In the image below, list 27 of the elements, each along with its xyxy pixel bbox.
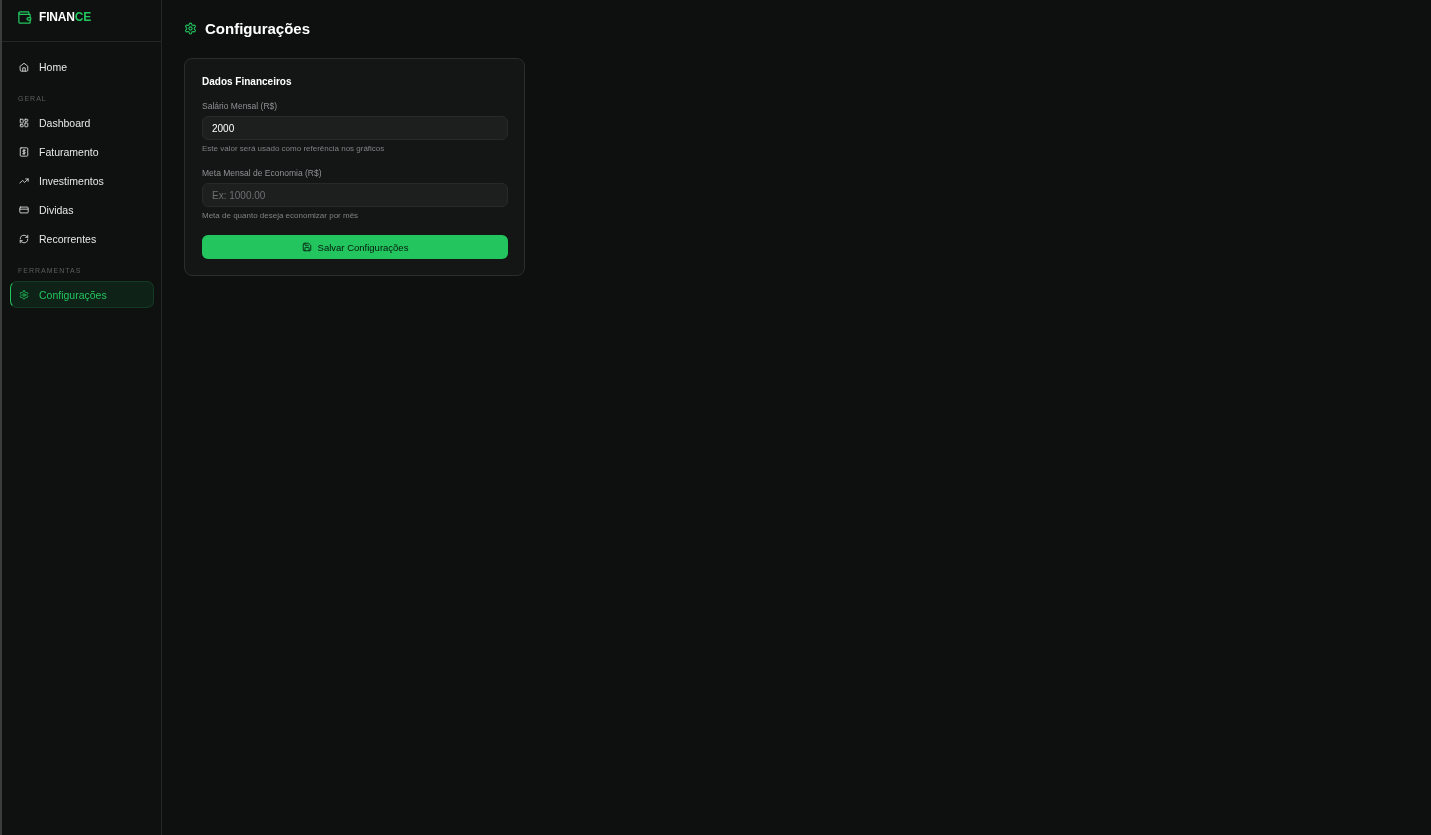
field-hint: Este valor será usado como referência nos gráficos	[202, 144, 386, 153]
nav-item[interactable]: Configurações	[10, 281, 154, 308]
credit-card-icon	[19, 204, 29, 215]
card-title: Dados Financeiros	[202, 76, 293, 87]
nav-item[interactable]: Dividas	[10, 196, 154, 223]
nav-item[interactable]: Recorrentes	[10, 225, 154, 252]
trending-up-icon	[19, 175, 29, 186]
home-icon	[19, 61, 29, 72]
field-label: Salário Mensal (R$)	[202, 101, 279, 111]
wallet-icon	[16, 9, 33, 25]
receipt-icon	[19, 146, 29, 157]
save-button[interactable]: Salvar Configurações	[202, 235, 508, 259]
app-logo-text: FINANCE	[39, 10, 91, 24]
page-title: Configurações	[205, 19, 310, 37]
input-field[interactable]: 2000	[202, 116, 508, 140]
save-icon	[301, 242, 312, 252]
settings-icon	[184, 21, 197, 35]
nav-item[interactable]: Dashboard	[10, 109, 154, 136]
grid-icon	[19, 117, 29, 128]
settings-icon	[19, 289, 29, 300]
nav-item[interactable]: Investimentos	[10, 167, 154, 194]
field-label: Meta Mensal de Economia (R$)	[202, 168, 323, 178]
refresh-icon	[19, 233, 29, 244]
field-hint: Meta de quanto deseja economizar por mês	[202, 211, 360, 220]
nav-item[interactable]: Home	[10, 53, 154, 80]
input-field[interactable]: Ex: 1000.00	[202, 183, 508, 207]
nav-item[interactable]: Faturamento	[10, 138, 154, 165]
